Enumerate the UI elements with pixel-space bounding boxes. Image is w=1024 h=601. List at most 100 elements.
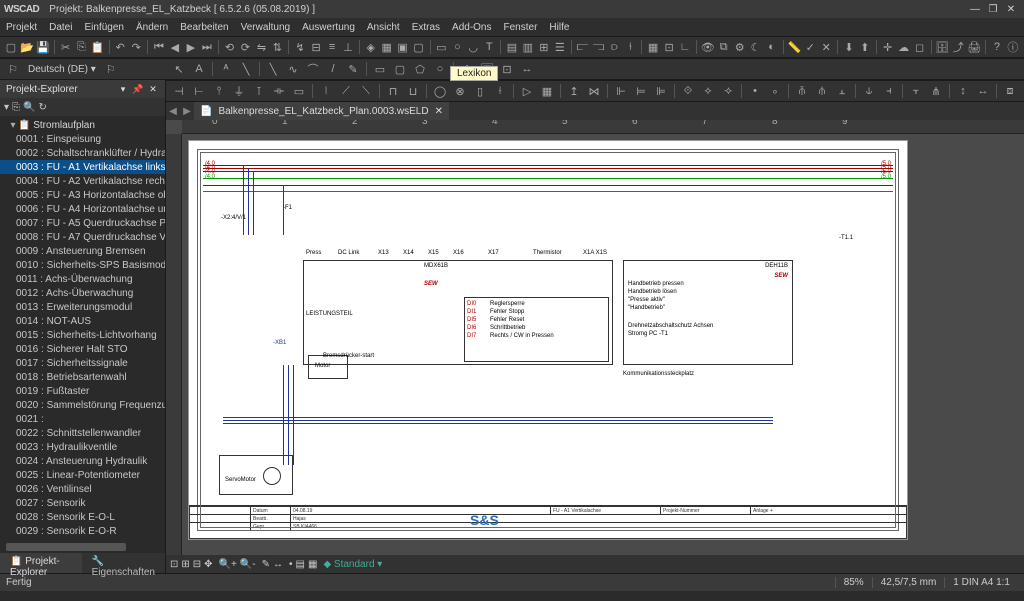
new-icon[interactable]: ▢ [4, 38, 18, 56]
sym-25-icon[interactable]: ⊫ [652, 82, 670, 100]
tree-item-0014[interactable]: 0014 : NOT-AUS [0, 314, 165, 328]
tree-item-0029[interactable]: 0029 : Sensorik E-O-R [0, 524, 165, 538]
list-icon[interactable]: ☰ [553, 38, 567, 56]
rectangle-icon[interactable]: ▭ [371, 60, 389, 78]
tree-item-0024[interactable]: 0024 : Ansteuerung Hydraulik [0, 454, 165, 468]
menu-datei[interactable]: Datei [49, 22, 72, 33]
circle-icon[interactable]: ○ [431, 60, 449, 78]
sym-fuse-icon[interactable]: ▯ [471, 82, 489, 100]
text-a-icon[interactable]: A [190, 60, 208, 78]
zoom-extents-icon[interactable]: ⊞ [181, 559, 189, 570]
redo-icon[interactable]: ↷ [129, 38, 143, 56]
flag-icon[interactable]: ⚐ [4, 60, 22, 78]
sym-ground-icon[interactable]: ⏚ [230, 82, 248, 100]
sym-40-icon[interactable]: ⧈ [1001, 82, 1019, 100]
doc-close-icon[interactable]: ✕ [435, 106, 443, 117]
rotate-left-icon[interactable]: ⟲ [223, 38, 237, 56]
potential-icon[interactable]: ⊥ [341, 38, 355, 56]
crosshair-cursor-icon[interactable]: ✛ [458, 60, 476, 78]
dim-icon[interactable]: ↔ [518, 60, 536, 78]
text-icon[interactable]: T [482, 38, 496, 56]
sym-coil-icon[interactable]: ⧙ [317, 82, 335, 100]
edit-icon[interactable]: ✎ [262, 559, 270, 570]
sym-plc-icon[interactable]: ▦ [538, 82, 556, 100]
tree-item-0012[interactable]: 0012 : Achs-Überwachung [0, 286, 165, 300]
tree-item-0023[interactable]: 0023 : Hydraulikventile [0, 440, 165, 454]
tab-properties[interactable]: 🔧 Eigenschaften [82, 553, 165, 573]
mirror-v-icon[interactable]: ⇅ [270, 38, 284, 56]
black-box-icon[interactable]: ▢ [412, 38, 426, 56]
tree-item-0021[interactable]: 0021 : [0, 412, 165, 426]
export-icon[interactable]: ⤴ [951, 38, 965, 56]
move-icon[interactable]: ↔ [273, 559, 283, 570]
status-scale[interactable]: 1 DIN A4 1:1 [944, 577, 1018, 588]
sym-23-icon[interactable]: ⊩ [612, 82, 630, 100]
sym-34-icon[interactable]: ⫝ [860, 82, 878, 100]
night-icon[interactable]: ☾ [749, 38, 763, 56]
sym-37-icon[interactable]: ⋔ [927, 82, 945, 100]
cable-icon[interactable]: ≡ [325, 38, 339, 56]
doc-nav-prev-icon[interactable]: ◀ [166, 106, 180, 117]
print-icon[interactable]: 🖨 [967, 38, 981, 56]
table-icon[interactable]: ⊞ [537, 38, 551, 56]
tree-item-0020[interactable]: 0020 : Sammelstörung Frequenzumrichter [0, 398, 165, 412]
status-zoom[interactable]: 85% [835, 577, 872, 588]
zoom-selected-icon[interactable]: ⊟ [193, 559, 201, 570]
menu-addons[interactable]: Add-Ons [452, 22, 491, 33]
menu-verwaltung[interactable]: Verwaltung [241, 22, 290, 33]
sym-31-icon[interactable]: ⫚ [793, 82, 811, 100]
tree-item-0004[interactable]: 0004 : FU - A2 Vertikalachse rechts [0, 174, 165, 188]
flag2-icon[interactable]: ⚐ [102, 60, 120, 78]
menu-extras[interactable]: Extras [412, 22, 440, 33]
cloud-icon[interactable]: ☁ [897, 38, 911, 56]
stack-icon[interactable]: ▤ [296, 559, 305, 570]
sym-capacitor-icon[interactable]: ⟛ [270, 82, 288, 100]
sym-33-icon[interactable]: ⫠ [833, 82, 851, 100]
nav-last-icon[interactable]: ⏭ [200, 38, 214, 56]
maximize-button[interactable]: ❐ [984, 4, 1002, 15]
open-icon[interactable]: 📂 [20, 38, 34, 56]
document-tab[interactable]: 📄 Balkenpresse_EL_Katzbeck_Plan.0003.wsE… [194, 102, 449, 120]
horizontal-scrollbar[interactable] [0, 541, 165, 553]
paste-icon[interactable]: 📋 [91, 38, 105, 56]
info-icon[interactable]: ⓘ [1006, 38, 1020, 56]
rotate-right-icon[interactable]: ⟳ [239, 38, 253, 56]
delete-icon[interactable]: ✕ [819, 38, 833, 56]
undo-icon[interactable]: ↶ [113, 38, 127, 56]
check-icon[interactable]: ✓ [803, 38, 817, 56]
sym-actuator-icon[interactable]: ↥ [565, 82, 583, 100]
polyline-icon[interactable]: ╲ [264, 60, 282, 78]
layer-menu-icon[interactable]: ◆ Standard ▾ [323, 559, 382, 570]
tree-item-0028[interactable]: 0028 : Sensorik E-O-L [0, 510, 165, 524]
tree-item-0017[interactable]: 0017 : Sicherheitssignale [0, 356, 165, 370]
tree-item-0016[interactable]: 0016 : Sicherer Halt STO [0, 342, 165, 356]
pointer-icon[interactable]: ↖ [170, 60, 188, 78]
tree-item-0022[interactable]: 0022 : Schnittstellenwandler [0, 426, 165, 440]
form-icon[interactable]: ▥ [521, 38, 535, 56]
sym-35-icon[interactable]: ⫞ [880, 82, 898, 100]
tree-item-0002[interactable]: 0002 : Schaltschranklüfter / Hydraulikpu… [0, 146, 165, 160]
sym-junction-icon[interactable]: • [746, 82, 764, 100]
sym-30-icon[interactable]: ∘ [766, 82, 784, 100]
sym-1-icon[interactable]: ⊣ [170, 82, 188, 100]
save-icon[interactable]: 💾 [36, 38, 50, 56]
tree-item-0013[interactable]: 0013 : Erweiterungsmodul [0, 300, 165, 314]
lang-picker[interactable]: Deutsch (DE) ▾ [24, 64, 100, 75]
sym-3-icon[interactable]: ⫯ [210, 82, 228, 100]
measure-icon[interactable]: 📏 [787, 38, 801, 56]
sym-motor-icon[interactable]: ◯ [431, 82, 449, 100]
align-right-icon[interactable]: ⫐ [607, 38, 621, 56]
visibility-icon[interactable]: 👁 [701, 38, 715, 56]
canvas[interactable]: 0123456789 /4.0 /4.0 /4.0 /4.0 /5.0 /5.0 [166, 120, 1024, 555]
curve-icon[interactable]: ⌒ [304, 60, 322, 78]
sym-39-icon[interactable]: ↔ [974, 82, 992, 100]
help-icon[interactable]: ? [990, 38, 1004, 56]
round-rect-icon[interactable]: ▢ [391, 60, 409, 78]
zoom-in-icon[interactable]: 🔍+ [219, 559, 237, 570]
sym-28-icon[interactable]: ⟢ [719, 82, 737, 100]
tree-item-0007[interactable]: 0007 : FU - A5 Querdruckachse Pressen [0, 216, 165, 230]
nav-prev-icon[interactable]: ◀ [168, 38, 182, 56]
line-icon[interactable]: ╲ [237, 60, 255, 78]
image-insert-icon[interactable]: 🖼 [478, 60, 496, 78]
sym-contact-nc-icon[interactable]: ⟍ [357, 82, 375, 100]
